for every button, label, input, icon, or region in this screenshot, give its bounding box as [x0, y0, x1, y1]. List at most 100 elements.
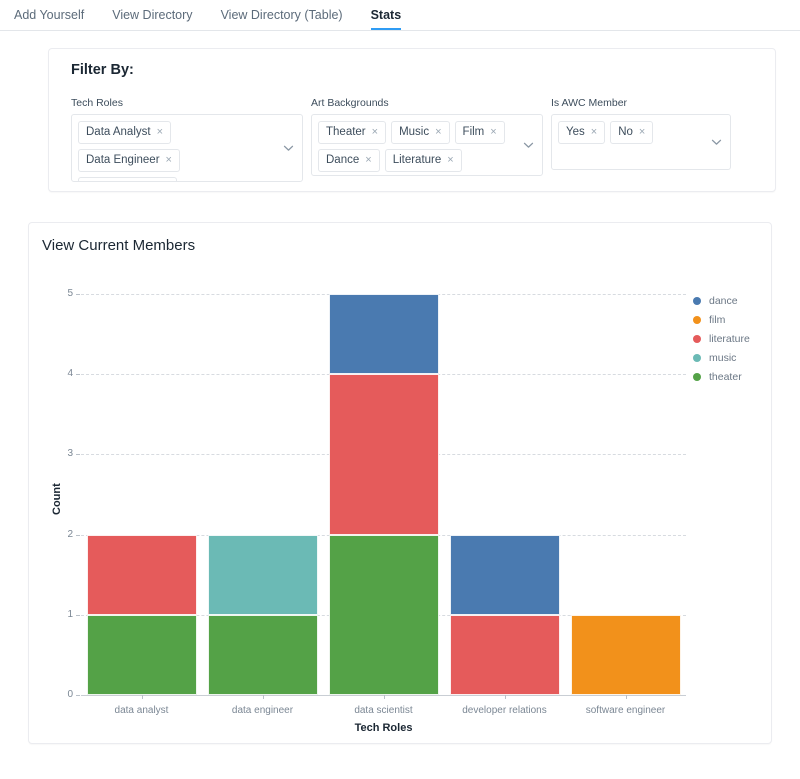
awc-member-multiselect[interactable]: Yes × No ×	[551, 114, 731, 170]
y-axis-tick-mark	[76, 294, 80, 295]
chip[interactable]: Film ×	[454, 121, 505, 144]
x-axis-tick-label: developer relations	[462, 705, 547, 716]
legend-color-swatch	[693, 353, 701, 362]
chip-remove-icon[interactable]: ×	[372, 127, 378, 138]
chevron-down-icon[interactable]	[283, 143, 294, 154]
bar-segment[interactable]	[449, 614, 560, 695]
tab-label: Stats	[370, 8, 402, 22]
chip[interactable]: Data Analyst ×	[78, 121, 172, 144]
tab-view-directory[interactable]: View Directory	[98, 0, 206, 30]
x-axis-tick-label: data scientist	[354, 705, 413, 716]
stacked-bar-chart: 0 1 2 3 4 5 Count data analyst data engineer data…	[29, 223, 773, 745]
chip[interactable]: Music ×	[391, 121, 450, 144]
chart-legend: dance film literature music theater	[693, 291, 750, 386]
y-axis-tick-mark	[76, 695, 80, 696]
legend-label: dance	[709, 294, 738, 307]
chevron-down-icon[interactable]	[523, 140, 534, 151]
tech-roles-multiselect[interactable]: Data Analyst × Data Engineer × Data Scie…	[71, 114, 303, 182]
chip-remove-icon[interactable]: ×	[591, 127, 597, 138]
filter-group-tech-roles: Tech Roles Data Analyst × Data Engineer …	[71, 97, 303, 182]
chip-label: No	[618, 126, 633, 138]
chip-list: Data Analyst × Data Engineer × Data Scie…	[78, 121, 276, 182]
main-tabbar: Add Yourself View Directory View Directo…	[0, 0, 800, 31]
chip-remove-icon[interactable]: ×	[157, 127, 163, 138]
x-axis-tick-mark	[625, 695, 627, 699]
chip-label: Dance	[326, 154, 360, 166]
chip[interactable]: Dance ×	[318, 149, 380, 172]
chip-label: Data Scientist	[86, 181, 157, 182]
y-axis-tick-mark	[76, 614, 80, 616]
legend-item[interactable]: theater	[693, 367, 750, 386]
x-axis-tick-mark	[383, 695, 385, 699]
chip-remove-icon[interactable]: ×	[490, 127, 496, 138]
y-axis-tick-label: 1	[67, 608, 73, 620]
chip[interactable]: No ×	[610, 121, 654, 144]
filter-card: Filter By: Tech Roles Data Analyst × Dat…	[48, 48, 776, 192]
x-axis-tick-mark	[262, 695, 264, 699]
chip-label: Music	[399, 126, 430, 138]
filter-label-tech-roles: Tech Roles	[71, 97, 123, 109]
y-axis-tick-mark	[76, 534, 80, 536]
chip-label: Literature	[392, 154, 442, 166]
legend-item[interactable]: film	[693, 310, 750, 329]
legend-color-swatch	[693, 315, 701, 324]
chip[interactable]: Data Scientist ×	[78, 177, 178, 182]
filter-title: Filter By:	[71, 62, 134, 78]
legend-color-swatch	[693, 372, 701, 381]
chart-card: View Current Members 0 1 2 3 4 5 Count data ana…	[28, 222, 772, 744]
bar-segment[interactable]	[328, 374, 439, 535]
chip-list: Theater × Music × Film × Dance × Literat…	[318, 121, 516, 172]
chip-label: Data Analyst	[86, 126, 151, 138]
x-axis-tick-label: software engineer	[585, 705, 666, 716]
chip[interactable]: Yes ×	[558, 121, 606, 144]
chevron-down-icon[interactable]	[711, 137, 722, 148]
chip-remove-icon[interactable]: ×	[365, 155, 371, 166]
y-axis-tick-label: 5	[67, 288, 73, 299]
chip-remove-icon[interactable]: ×	[447, 155, 453, 166]
chip-label: Film	[462, 126, 485, 138]
y-axis-tick-label: 0	[67, 689, 73, 700]
tab-stats[interactable]: Stats	[357, 0, 416, 30]
chip[interactable]: Literature ×	[384, 149, 462, 172]
bar-segment[interactable]	[328, 294, 439, 375]
art-backgrounds-multiselect[interactable]: Theater × Music × Film × Dance × Literat…	[311, 114, 543, 176]
legend-item[interactable]: dance	[693, 291, 750, 310]
bar-segment[interactable]	[328, 534, 439, 695]
bar-segment[interactable]	[570, 614, 681, 695]
filter-group-awc-member: Is AWC Member Yes × No ×	[551, 97, 731, 170]
chip-remove-icon[interactable]: ×	[166, 155, 172, 166]
bar-segment[interactable]	[86, 614, 197, 695]
bar-segment[interactable]	[207, 614, 318, 695]
chip[interactable]: Theater ×	[318, 121, 387, 144]
chip-list: Yes × No ×	[558, 121, 704, 144]
active-tab-indicator	[370, 28, 402, 30]
legend-label: theater	[709, 370, 742, 383]
x-axis-tick-mark	[504, 695, 506, 699]
tab-view-directory-table[interactable]: View Directory (Table)	[207, 0, 357, 30]
y-axis-tick-label: 2	[67, 528, 73, 540]
legend-color-swatch	[693, 334, 701, 343]
tab-add-yourself[interactable]: Add Yourself	[0, 0, 98, 30]
chip-label: Theater	[326, 126, 366, 138]
legend-color-swatch	[693, 296, 701, 305]
bar-segment[interactable]	[449, 534, 560, 615]
y-axis-tick-label: 4	[67, 368, 73, 380]
x-axis-tick-mark	[141, 695, 143, 699]
legend-label: music	[709, 351, 737, 364]
x-axis-tick-label: data engineer	[231, 705, 294, 716]
legend-label: film	[709, 313, 726, 326]
filter-label-art-backgrounds: Art Backgrounds	[311, 97, 389, 109]
y-axis-tick-mark	[76, 374, 80, 376]
legend-item[interactable]: music	[693, 348, 750, 367]
bar-segment[interactable]	[207, 534, 318, 615]
y-axis-tick-label: 3	[67, 448, 73, 460]
chip-remove-icon[interactable]: ×	[639, 127, 645, 138]
chip-remove-icon[interactable]: ×	[435, 127, 441, 138]
x-axis-tick-label: data analyst	[114, 705, 169, 716]
x-axis-title: Tech Roles	[354, 722, 413, 734]
legend-item[interactable]: literature	[693, 329, 750, 348]
chip[interactable]: Data Engineer ×	[78, 149, 180, 172]
legend-label: literature	[709, 332, 750, 345]
bar-segment[interactable]	[86, 534, 197, 615]
filter-group-art-backgrounds: Art Backgrounds Theater × Music × Film ×…	[311, 97, 543, 176]
